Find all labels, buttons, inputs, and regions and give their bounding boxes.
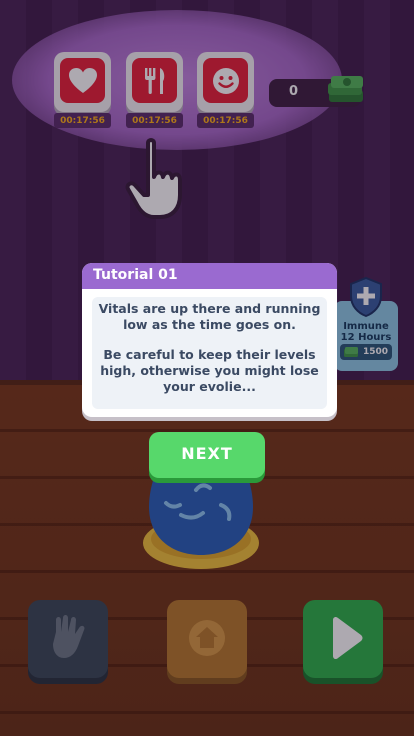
immune-title: Immune <box>343 321 389 332</box>
immune-duration: 12 Hours <box>340 332 392 343</box>
play-button[interactable] <box>303 600 383 678</box>
hand-icon <box>53 615 85 658</box>
game-scene: 00:17:56 00:17:56 00:17:56 0 Immune 12 H… <box>0 0 414 736</box>
shield-icon <box>350 276 382 318</box>
vital-health-button[interactable] <box>54 52 111 112</box>
immune-label: Immune 12 Hours <box>334 321 398 343</box>
vital-food-button[interactable] <box>126 52 183 112</box>
immune-price-value: 1500 <box>362 347 388 357</box>
pointing-hand-icon <box>125 138 182 219</box>
immune-price: 1500 <box>340 344 392 360</box>
tutorial-text-2: Be careful to keep their levels high, ot… <box>100 347 319 394</box>
vital-happiness-timer: 00:17:56 <box>197 113 254 128</box>
home-button[interactable] <box>167 600 247 678</box>
next-button[interactable]: NEXT <box>149 432 265 478</box>
currency-value: 0 <box>289 84 299 99</box>
cash-icon <box>344 347 358 357</box>
tutorial-text-1: Vitals are up there and running low as t… <box>98 301 321 332</box>
vital-health-timer: 00:17:56 <box>54 113 111 128</box>
fork-knife-icon <box>144 67 164 94</box>
tutorial-title: Tutorial 01 <box>93 267 178 283</box>
vital-food-timer: 00:17:56 <box>126 113 183 128</box>
home-icon <box>189 620 225 656</box>
tutorial-body: Vitals are up there and running low as t… <box>92 297 327 409</box>
interact-button[interactable] <box>28 600 108 678</box>
vital-happiness-button[interactable] <box>197 52 254 112</box>
immune-shop-item[interactable]: Immune 12 Hours 1500 <box>334 276 398 372</box>
play-icon <box>333 616 363 660</box>
cash-stack-icon <box>328 76 363 102</box>
smiley-icon <box>212 67 239 94</box>
next-label: NEXT <box>181 444 233 463</box>
tutorial-header: Tutorial 01 <box>82 263 337 289</box>
tutorial-dialog: Tutorial 01 Vitals are up there and runn… <box>82 263 337 417</box>
heart-icon <box>68 67 97 93</box>
